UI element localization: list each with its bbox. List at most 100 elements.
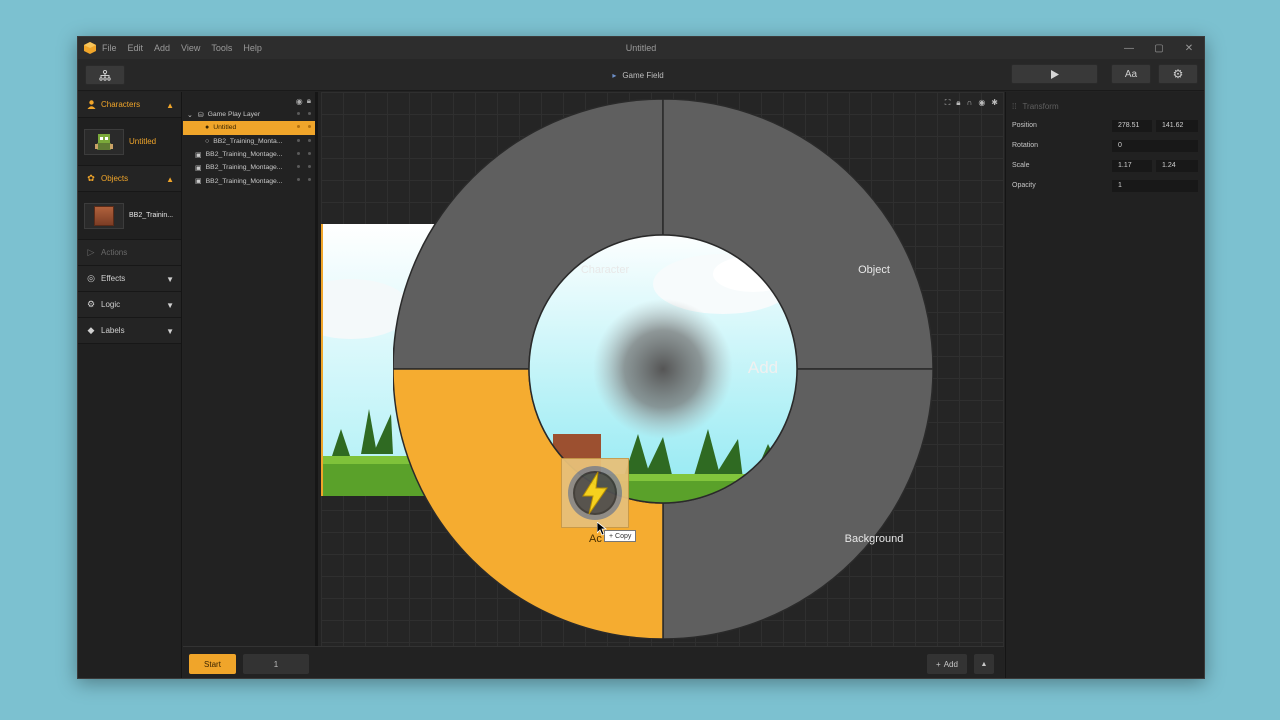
properties-panel: ⁞⁞ Transform Position 278.51 141.62 Rota…	[1005, 92, 1204, 678]
position-y-field[interactable]: 141.62	[1156, 120, 1198, 132]
canvas-tools: ⛶ 🔒︎ ∩ ◉ ✱	[945, 98, 998, 108]
magnet-icon[interactable]: ∩	[967, 98, 973, 108]
radial-center-label[interactable]: Add	[713, 358, 813, 378]
character-segment-label: Character	[580, 264, 630, 276]
asset-panel: Characters ▲ Untitled ✿ Objects ▲ BB2_Tr…	[78, 92, 182, 678]
lock-icon[interactable]: 🔒︎	[307, 96, 311, 106]
chevron-down-icon: ▼	[166, 301, 174, 310]
play-button[interactable]	[1011, 64, 1098, 84]
chevron-up-icon: ▲	[166, 175, 174, 184]
objects-section-header[interactable]: ✿ Objects ▲	[78, 166, 181, 192]
drag-handle-icon: ⁞⁞	[1012, 102, 1017, 111]
rotation-field[interactable]: 0	[1112, 140, 1198, 152]
object-item-label: BB2_Trainin...	[129, 212, 174, 219]
layer-label: Game Play Layer	[207, 111, 261, 119]
layer-row[interactable]: ⌄ ⛁ Game Play Layer	[183, 108, 315, 121]
logic-icon: ⚙	[86, 299, 96, 309]
layer-row[interactable]: ▣ BB2_Training_Montage...	[183, 161, 315, 174]
layer-row[interactable]: ● Untitled	[183, 121, 315, 135]
labels-label: Labels	[101, 326, 125, 335]
rotation-label: Rotation	[1012, 142, 1039, 149]
add-button-label: Add	[943, 659, 958, 669]
cursor-icon	[597, 522, 607, 536]
chevron-down-icon[interactable]: ⌄	[187, 111, 193, 119]
layer-row[interactable]: ○ BB2_Training_Monta...	[183, 135, 315, 148]
gear-icon: ⚙	[1172, 67, 1184, 81]
scale-x-field[interactable]: 1.17	[1112, 160, 1152, 172]
fit-icon[interactable]: ⛶	[945, 98, 951, 108]
transform-title: Transform	[1022, 102, 1059, 111]
effects-icon: ◎	[87, 273, 95, 283]
dragged-action-tile[interactable]	[561, 458, 629, 528]
object-segment-label: Object	[858, 264, 890, 276]
game-field-icon: ▸	[612, 70, 617, 80]
eye-icon[interactable]: ◉	[296, 97, 303, 106]
menu-help[interactable]: Help	[243, 43, 262, 53]
scale-label: Scale	[1012, 162, 1030, 169]
tag-icon: ◆	[87, 325, 95, 335]
menu-tools[interactable]: Tools	[211, 43, 232, 53]
character-thumbnail	[84, 128, 124, 155]
effects-label: Effects	[101, 274, 126, 283]
object-thumbnail	[84, 202, 124, 229]
app-logo-icon	[84, 42, 96, 54]
layer-label: BB2_Training_Montage...	[205, 177, 283, 185]
layer-toggles[interactable]	[297, 112, 311, 115]
layer-row[interactable]: ▣ BB2_Training_Montage...	[183, 148, 315, 161]
menu-file[interactable]: File	[102, 43, 117, 53]
scale-y-field[interactable]: 1.24	[1156, 160, 1198, 172]
layer-label: BB2_Training_Montage...	[205, 151, 283, 159]
labels-section-header[interactable]: ◆ Labels ▼	[78, 318, 181, 344]
effects-section-header[interactable]: ◎ Effects ▼	[78, 266, 181, 292]
position-x-field[interactable]: 278.51	[1112, 120, 1152, 132]
layer-label: BB2_Training_Monta...	[213, 137, 283, 145]
layer-toggles[interactable]	[297, 151, 311, 155]
background-segment-label: Background	[844, 533, 904, 545]
layer-toggles[interactable]	[297, 165, 311, 169]
timeline-bar: Start 1 + Add ▲	[183, 646, 1004, 678]
layer-toggles[interactable]	[297, 125, 311, 129]
menu-view[interactable]: View	[181, 43, 200, 53]
lock-icon[interactable]: 🔒︎	[956, 98, 960, 108]
hierarchy-button[interactable]	[85, 65, 125, 85]
start-button[interactable]: Start	[189, 654, 236, 674]
radial-add-menu	[393, 99, 933, 639]
maximize-button[interactable]: ▢	[1144, 37, 1174, 59]
chevron-down-icon: ▼	[166, 327, 174, 336]
menu-add[interactable]: Add	[154, 43, 170, 53]
characters-label: Characters	[101, 100, 141, 109]
layer-row[interactable]: ▣ BB2_Training_Montage...	[183, 174, 315, 187]
minimize-button[interactable]: —	[1114, 37, 1144, 59]
expand-button[interactable]: ▲	[974, 654, 994, 674]
add-button[interactable]: + Add	[927, 654, 967, 674]
opacity-field[interactable]: 1	[1112, 180, 1198, 192]
font-button[interactable]: Aa	[1111, 64, 1151, 84]
layer-toggles[interactable]	[297, 178, 311, 182]
object-item[interactable]: BB2_Trainin...	[78, 192, 181, 240]
layer-icon: ⛁	[197, 111, 204, 119]
logic-section-header[interactable]: ⚙ Logic ▼	[78, 292, 181, 318]
play-icon	[1050, 69, 1059, 79]
characters-section-header[interactable]: Characters ▲	[78, 92, 181, 118]
image-icon: ▣	[195, 151, 202, 159]
transform-header[interactable]: ⁞⁞ Transform	[1012, 102, 1059, 111]
character-item[interactable]: Untitled	[78, 118, 181, 166]
settings-button[interactable]: ⚙	[1158, 64, 1198, 84]
visibility-icon[interactable]: ◉	[978, 98, 985, 108]
actions-section-header[interactable]: ▷ Actions	[78, 240, 181, 266]
position-label: Position	[1012, 122, 1037, 129]
game-field-canvas[interactable]: ⛶ 🔒︎ ∩ ◉ ✱ Add Character Object Backgrou…	[321, 92, 1004, 646]
image-icon: ▣	[195, 178, 202, 186]
layers-panel: ◉ 🔒︎ ⌄ ⛁ Game Play Layer ● Untitled ○ BB2_Trai…	[183, 92, 318, 678]
layer-toggles[interactable]	[297, 138, 311, 142]
chevron-down-icon: ▼	[166, 275, 174, 284]
bug-icon[interactable]: ✱	[991, 98, 998, 108]
plus-icon: +	[936, 659, 941, 669]
menu-edit[interactable]: Edit	[128, 43, 144, 53]
scene-title: ▸ Game Field	[538, 59, 738, 91]
copy-label: Copy	[615, 533, 632, 540]
frame-field[interactable]: 1	[243, 654, 309, 674]
close-button[interactable]: ✕	[1174, 37, 1204, 59]
objects-label: Objects	[101, 174, 129, 183]
chevron-up-icon: ▲	[980, 660, 988, 668]
